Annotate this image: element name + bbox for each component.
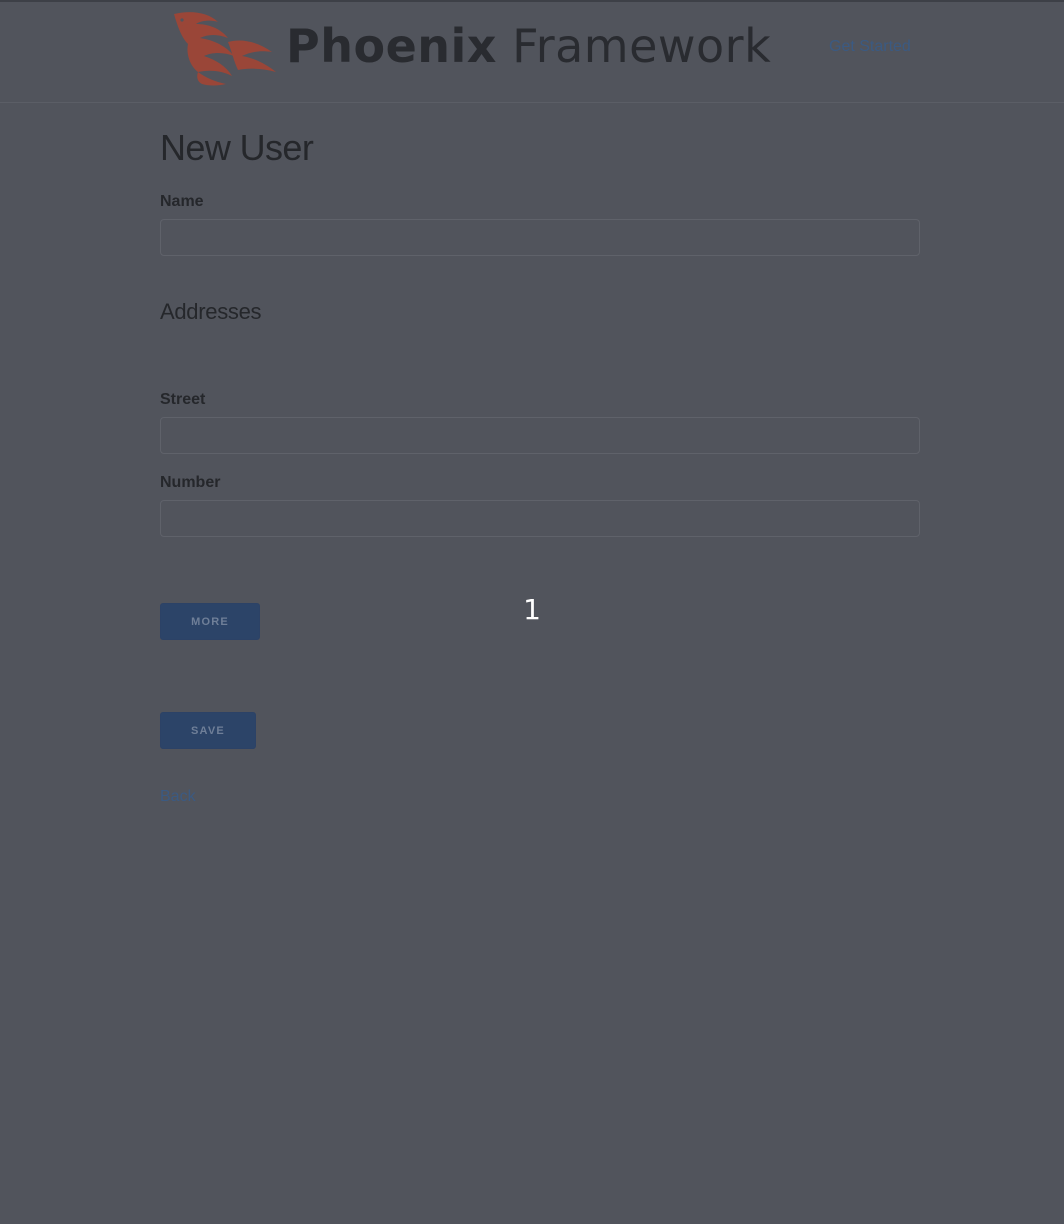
name-label: Name xyxy=(160,193,204,210)
logo-word-framework-text: Framework xyxy=(512,19,772,73)
page-title: New User xyxy=(160,127,314,168)
page: Phoenix Framework Get Started New User N… xyxy=(0,0,1064,1224)
back-link[interactable]: Back xyxy=(160,788,196,806)
logo-wordmark: Phoenix Framework xyxy=(286,20,771,72)
number-input[interactable] xyxy=(160,500,920,537)
more-button[interactable]: MORE xyxy=(160,603,260,640)
street-label: Street xyxy=(160,391,206,408)
addresses-heading: Addresses xyxy=(160,299,262,324)
phoenix-logo[interactable]: Phoenix Framework xyxy=(168,8,771,90)
logo-word-framework: Framework xyxy=(497,19,771,73)
step-marker-label: 1 xyxy=(523,593,541,626)
phoenix-bird-icon xyxy=(174,12,276,86)
save-button[interactable]: SAVE xyxy=(160,712,256,749)
number-label: Number xyxy=(160,474,221,491)
name-input[interactable] xyxy=(160,219,920,256)
site-header: Phoenix Framework Get Started xyxy=(0,2,1064,103)
get-started-link[interactable]: Get Started xyxy=(829,38,911,56)
street-input[interactable] xyxy=(160,417,920,454)
logo-word-phoenix: Phoenix xyxy=(286,19,497,73)
